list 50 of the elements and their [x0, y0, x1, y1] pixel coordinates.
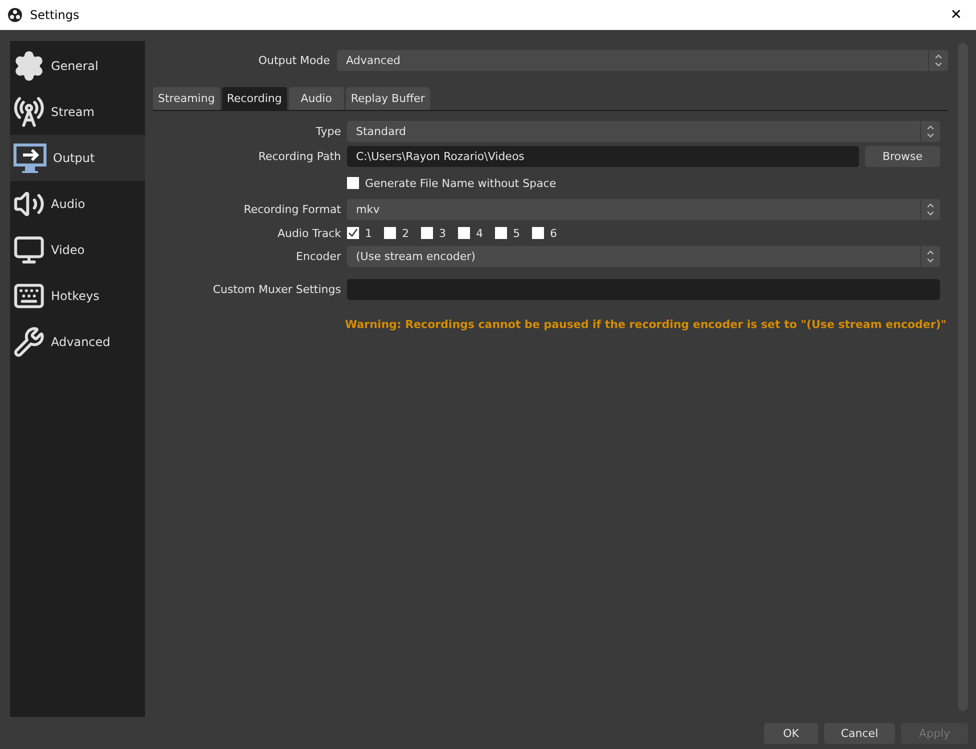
sidebar-item[interactable]: Hotkeys: [10, 273, 145, 319]
input-field[interactable]: [347, 279, 940, 300]
field-label: Recording Format: [242, 203, 341, 216]
sidebar-item[interactable]: General: [10, 43, 145, 89]
checkbox-label: 4: [476, 226, 483, 240]
checkbox-label: 6: [550, 226, 557, 240]
radio-tower-icon: [13, 96, 45, 128]
field-label: Output Mode: [257, 54, 330, 66]
gear-icon: [13, 50, 45, 82]
field-label: Encoder: [295, 250, 341, 263]
tab[interactable]: Replay Buffer: [346, 87, 430, 110]
path-field[interactable]: C:\Users\Rayon Rozario\Videos: [347, 146, 859, 167]
field-label: Recording Path: [257, 150, 341, 163]
checkbox[interactable]: [347, 227, 359, 239]
field-label: Custom Muxer Settings: [212, 283, 341, 296]
checkbox-label: 5: [513, 226, 520, 240]
tab[interactable]: Audio: [288, 87, 344, 110]
checkbox-label: 2: [402, 226, 409, 240]
checkbox[interactable]: [532, 227, 544, 239]
monitor-arrow-icon: [13, 141, 47, 175]
checkbox[interactable]: [458, 227, 470, 239]
field-label: Audio Track: [276, 226, 341, 240]
sidebar-item[interactable]: Stream: [10, 89, 145, 135]
dropdown[interactable]: Advanced: [337, 50, 948, 70]
dropdown[interactable]: (Use stream encoder): [347, 246, 940, 267]
checkbox-label: 3: [439, 226, 446, 240]
dialog-button[interactable]: Cancel: [824, 723, 895, 744]
checkbox[interactable]: [421, 227, 433, 239]
warning-text: Warning: Recordings cannot be paused if the recording encoder is set to "(Use stream encoder)": [345, 318, 948, 331]
tab[interactable]: Recording: [222, 87, 287, 110]
tab[interactable]: Streaming: [153, 87, 220, 110]
dialog-button[interactable]: OK: [764, 723, 818, 744]
field-label: Type: [314, 125, 341, 138]
dropdown[interactable]: Standard: [347, 121, 940, 142]
wrench-icon: [13, 326, 45, 358]
sidebar-item[interactable]: Advanced: [10, 319, 145, 365]
close-button[interactable]: ✕: [944, 7, 968, 23]
sidebar-item[interactable]: Audio: [10, 181, 145, 227]
checkbox[interactable]: [384, 227, 396, 239]
sidebar-item[interactable]: Video: [10, 227, 145, 273]
checkbox-label: 1: [365, 226, 372, 240]
browse-button[interactable]: Browse: [865, 146, 940, 167]
sidebar-item[interactable]: Output: [10, 135, 145, 181]
window-title: Settings: [30, 8, 80, 22]
dropdown[interactable]: mkv: [347, 199, 940, 220]
checkbox-label: Generate File Name without Space: [365, 176, 556, 190]
app-logo-icon: [8, 8, 22, 22]
checkbox[interactable]: [495, 227, 507, 239]
checkbox[interactable]: [347, 177, 359, 189]
monitor-icon: [13, 234, 45, 266]
